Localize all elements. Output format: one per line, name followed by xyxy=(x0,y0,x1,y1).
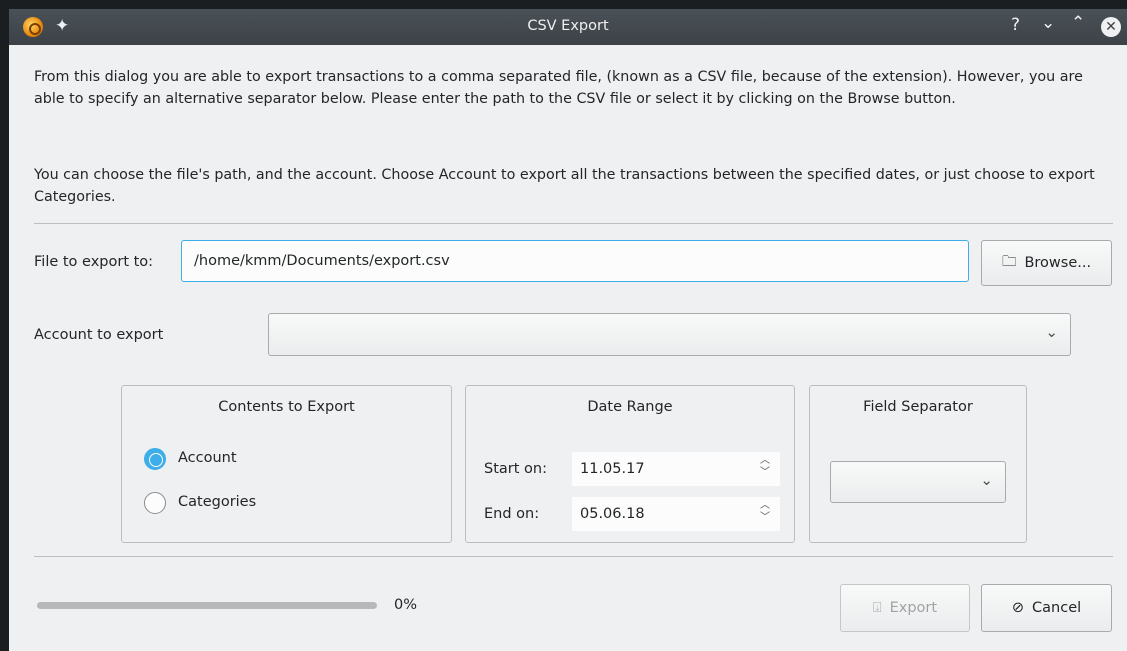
date-range-group: Date Range Start on: 11.05.17 ︿ ﹀ End on:… xyxy=(465,385,795,543)
chevron-down-icon: ⌄ xyxy=(1045,323,1058,341)
account-radio-label[interactable]: Account xyxy=(178,450,237,466)
end-date-value: 05.06.18 xyxy=(580,506,645,522)
window-title: CSV Export xyxy=(527,18,609,34)
contents-group-title: Contents to Export xyxy=(218,399,355,415)
contents-to-export-group: Contents to Export Account Categories xyxy=(121,385,452,543)
cancel-button-label: Cancel xyxy=(1032,600,1082,616)
start-date-spin-icon[interactable]: ︿ ﹀ xyxy=(760,455,770,479)
browse-button-label: Browse... xyxy=(1024,255,1092,271)
browse-button[interactable]: 🗀 Browse... xyxy=(981,240,1112,286)
export-icon: ⍗ xyxy=(872,600,882,616)
file-path-input[interactable] xyxy=(181,240,969,282)
field-separator-group-title: Field Separator xyxy=(863,399,973,415)
field-separator-select[interactable]: ⌄ xyxy=(830,461,1006,503)
account-radio[interactable] xyxy=(144,448,166,470)
start-date-value: 11.05.17 xyxy=(580,461,645,477)
export-progress-bar xyxy=(37,602,377,609)
progress-percent-label: 0% xyxy=(394,597,418,613)
description-paragraph-1: From this dialog you are able to export … xyxy=(34,69,1083,107)
separator-top xyxy=(34,223,1113,224)
export-button-label: Export xyxy=(889,600,938,616)
chevron-down-icon: ⌄ xyxy=(980,471,993,489)
categories-radio-label[interactable]: Categories xyxy=(178,494,256,510)
date-range-group-title: Date Range xyxy=(587,399,673,415)
help-icon[interactable]: ? xyxy=(1011,15,1020,35)
minimize-icon[interactable]: ⌄ xyxy=(1041,13,1055,33)
file-to-export-label: File to export to: xyxy=(34,254,154,270)
end-date-field[interactable]: 05.06.18 ︿ ﹀ xyxy=(572,497,780,531)
folder-icon: 🗀 xyxy=(1001,253,1017,270)
csv-export-dialog: ✦ CSV Export ? ⌄ ⌃ ✕ From this dialog yo… xyxy=(9,9,1127,651)
cancel-button[interactable]: ⊘ Cancel xyxy=(981,584,1112,632)
start-date-field[interactable]: 11.05.17 ︿ ﹀ xyxy=(572,452,780,486)
end-date-spin-icon[interactable]: ︿ ﹀ xyxy=(760,500,770,524)
account-select[interactable]: ⌄ xyxy=(268,313,1071,356)
title-bar[interactable]: ✦ CSV Export ? ⌄ ⌃ ✕ xyxy=(9,9,1127,45)
export-button[interactable]: ⍗ Export xyxy=(840,584,970,632)
end-on-label: End on: xyxy=(484,506,540,522)
categories-radio[interactable] xyxy=(144,492,166,514)
description-paragraph-2: You can choose the file's path, and the … xyxy=(34,167,1095,205)
cancel-icon: ⊘ xyxy=(1011,600,1025,616)
close-icon[interactable]: ✕ xyxy=(1101,17,1121,37)
separator-bottom xyxy=(34,556,1113,557)
maximize-icon[interactable]: ⌃ xyxy=(1071,13,1085,33)
start-on-label: Start on: xyxy=(484,461,547,477)
account-to-export-label: Account to export xyxy=(34,327,164,343)
